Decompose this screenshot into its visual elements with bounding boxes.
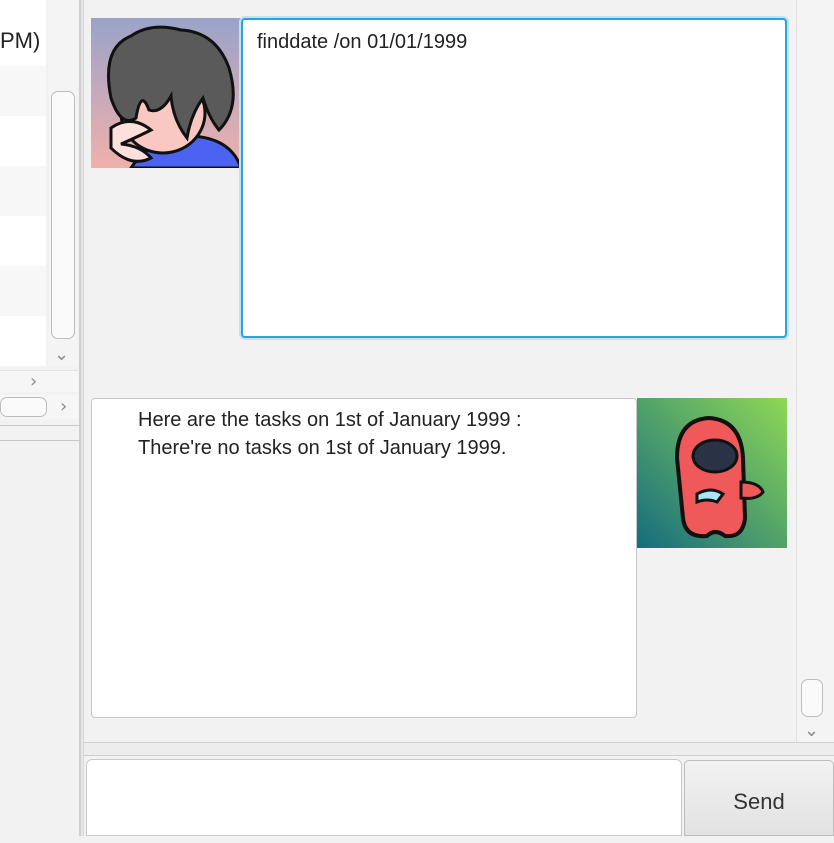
list-item[interactable] [0, 266, 46, 316]
bot-avatar [637, 398, 787, 548]
bot-message-text: Here are the tasks on 1st of January 199… [138, 406, 522, 462]
send-button[interactable]: Send [684, 760, 834, 836]
bot-message-line: Here are the tasks on 1st of January 199… [138, 409, 522, 431]
list-item[interactable] [0, 166, 46, 216]
chevron-right-icon[interactable]: › [30, 373, 37, 391]
input-separator [84, 742, 834, 756]
chevron-down-icon[interactable]: ⌄ [54, 346, 69, 364]
dialog-scroll-thumb[interactable] [801, 679, 823, 717]
task-list-horizontal-scrollbar[interactable] [0, 370, 78, 392]
bot-message-line: There're no tasks on 1st of January 1999… [138, 437, 507, 459]
chevron-down-icon[interactable]: ⌄ [804, 722, 819, 740]
panel-horizontal-scroll-thumb[interactable] [0, 397, 47, 417]
dialog-vertical-scrollbar[interactable] [796, 0, 834, 742]
user-message-text: finddate /on 01/01/1999 [257, 31, 468, 53]
message-input[interactable] [86, 759, 682, 836]
list-item[interactable] [0, 216, 46, 266]
user-message-bubble [241, 18, 787, 338]
divider [0, 440, 80, 441]
divider [0, 425, 80, 426]
list-item[interactable] [0, 116, 46, 166]
list-item[interactable] [0, 66, 46, 116]
user-avatar [91, 18, 241, 168]
chevron-right-icon[interactable]: › [60, 398, 67, 416]
list-item[interactable] [0, 316, 46, 366]
task-list-scroll-thumb[interactable] [51, 91, 75, 339]
list-item-text: PM) [0, 28, 41, 53]
